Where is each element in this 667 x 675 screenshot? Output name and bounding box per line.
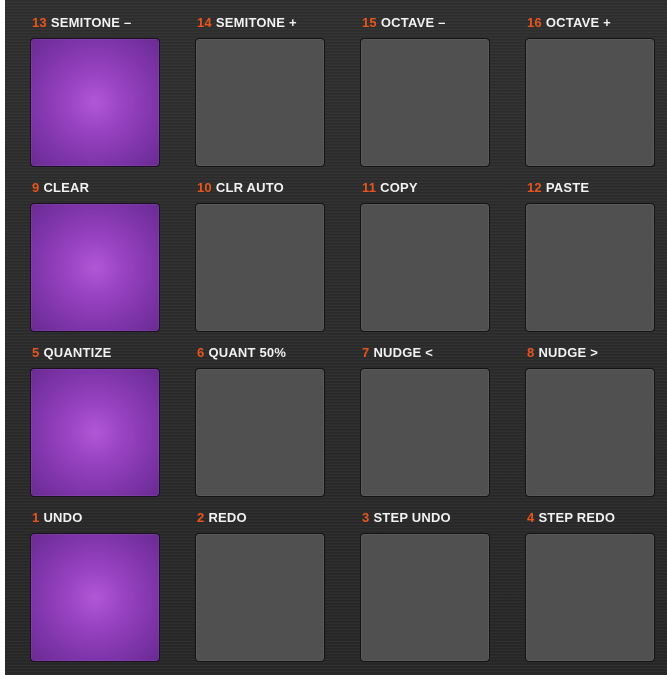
pad-cell-4: 4 STEP REDO (525, 495, 659, 662)
pad-number: 2 (197, 510, 205, 525)
pad-number: 3 (362, 510, 370, 525)
pad-label: 4 STEP REDO (527, 509, 615, 527)
pad-cell-12: 12 PASTE (525, 165, 659, 332)
pad-cell-7: 7 NUDGE < (360, 330, 494, 497)
pad-cell-8: 8 NUDGE > (525, 330, 659, 497)
pad-number: 7 (362, 345, 370, 360)
pad-cell-6: 6 QUANT 50% (195, 330, 329, 497)
pad-function-label: SEMITONE + (215, 15, 297, 30)
pad-label: 13 SEMITONE – (32, 14, 131, 32)
pad-number: 12 (527, 180, 542, 195)
pad-number: 15 (362, 15, 377, 30)
pad-number: 10 (197, 180, 212, 195)
pad-function-label: CLEAR (43, 180, 90, 195)
pad-label: 12 PASTE (527, 179, 589, 197)
pad-function-label: COPY (380, 180, 418, 195)
pad-label: 7 NUDGE < (362, 344, 433, 362)
pad-number: 11 (362, 180, 377, 195)
pad-label: 15 OCTAVE – (362, 14, 446, 32)
pad-number: 16 (527, 15, 542, 30)
pad-label: 6 QUANT 50% (197, 344, 286, 362)
pad-16-button[interactable] (525, 38, 655, 167)
pad-number: 4 (527, 510, 535, 525)
pad-cell-9: 9 CLEAR (30, 165, 164, 332)
pad-function-label: SEMITONE – (50, 15, 132, 30)
pad-12-button[interactable] (525, 203, 655, 332)
pad-9-button[interactable] (30, 203, 160, 332)
pad-5-button[interactable] (30, 368, 160, 497)
pad-function-label: PASTE (545, 180, 590, 195)
pad-7-button[interactable] (360, 368, 490, 497)
pad-function-label: QUANT 50% (208, 345, 287, 360)
pad-1-button[interactable] (30, 533, 160, 662)
pad-number: 9 (32, 180, 40, 195)
pad-cell-5: 5 QUANTIZE (30, 330, 164, 497)
pad-number: 5 (32, 345, 40, 360)
pad-cell-15: 15 OCTAVE – (360, 0, 494, 167)
pad-cell-13: 13 SEMITONE – (30, 0, 164, 167)
pad-label: 16 OCTAVE + (527, 14, 611, 32)
pad-8-button[interactable] (525, 368, 655, 497)
pad-label: 8 NUDGE > (527, 344, 598, 362)
pad-function-label: STEP REDO (538, 510, 616, 525)
pad-cell-16: 16 OCTAVE + (525, 0, 659, 167)
pad-3-button[interactable] (360, 533, 490, 662)
pad-label: 11 COPY (362, 179, 418, 197)
pad-grid-panel: 13 SEMITONE – 14 SEMITONE + 15 OCTAVE – 16 O… (5, 0, 667, 675)
pad-number: 1 (32, 510, 40, 525)
pad-number: 8 (527, 345, 535, 360)
pad-function-label: STEP UNDO (373, 510, 451, 525)
pad-label: 9 CLEAR (32, 179, 89, 197)
pad-function-label: QUANTIZE (43, 345, 112, 360)
pad-function-label: OCTAVE – (380, 15, 446, 30)
pad-function-label: UNDO (43, 510, 83, 525)
pad-2-button[interactable] (195, 533, 325, 662)
pad-function-label: REDO (208, 510, 247, 525)
pad-number: 6 (197, 345, 205, 360)
pad-4-button[interactable] (525, 533, 655, 662)
pad-function-label: CLR AUTO (215, 180, 284, 195)
pad-label: 3 STEP UNDO (362, 509, 451, 527)
pad-label: 2 REDO (197, 509, 247, 527)
pad-6-button[interactable] (195, 368, 325, 497)
pad-function-label: NUDGE > (538, 345, 598, 360)
pad-11-button[interactable] (360, 203, 490, 332)
pad-15-button[interactable] (360, 38, 490, 167)
pad-cell-14: 14 SEMITONE + (195, 0, 329, 167)
pad-cell-10: 10 CLR AUTO (195, 165, 329, 332)
pad-cell-1: 1 UNDO (30, 495, 164, 662)
pad-label: 10 CLR AUTO (197, 179, 284, 197)
pad-number: 13 (32, 15, 47, 30)
pad-label: 14 SEMITONE + (197, 14, 297, 32)
pad-13-button[interactable] (30, 38, 160, 167)
pad-cell-3: 3 STEP UNDO (360, 495, 494, 662)
pad-function-label: NUDGE < (373, 345, 433, 360)
pad-10-button[interactable] (195, 203, 325, 332)
pad-function-label: OCTAVE + (545, 15, 611, 30)
pad-14-button[interactable] (195, 38, 325, 167)
pad-number: 14 (197, 15, 212, 30)
pad-cell-11: 11 COPY (360, 165, 494, 332)
pad-label: 1 UNDO (32, 509, 83, 527)
pad-cell-2: 2 REDO (195, 495, 329, 662)
pad-label: 5 QUANTIZE (32, 344, 111, 362)
